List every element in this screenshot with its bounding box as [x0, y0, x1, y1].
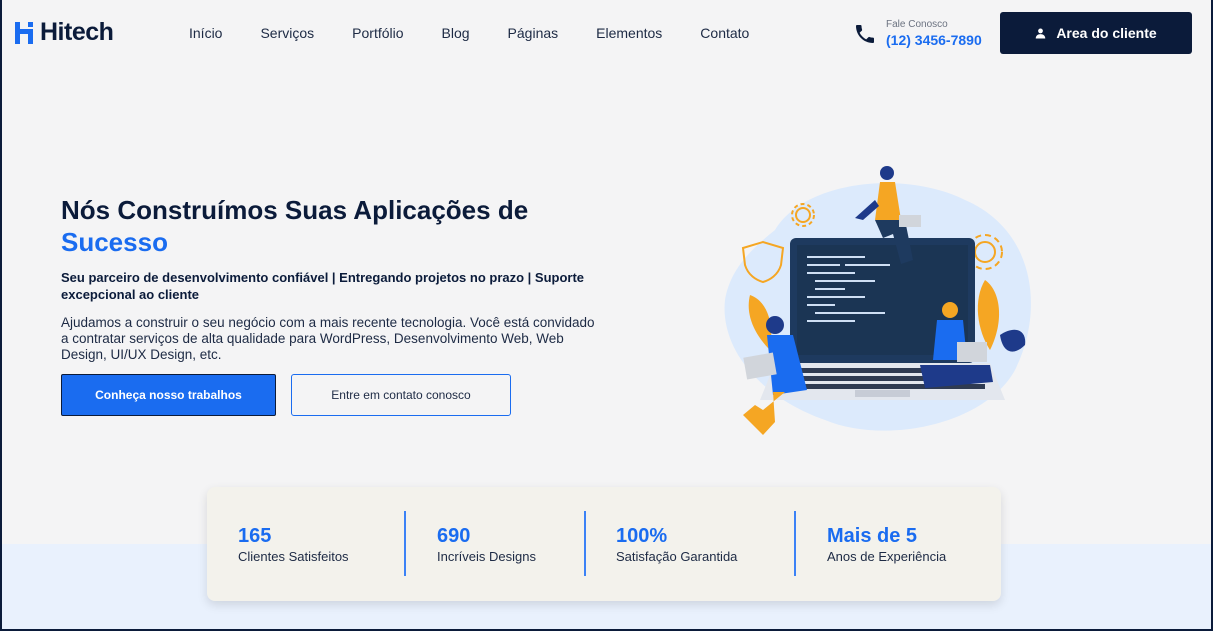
- phone-contact[interactable]: Fale Conosco (12) 3456-7890: [853, 20, 982, 47]
- stat-label: Anos de Experiência: [827, 549, 947, 564]
- brand-logo[interactable]: Hitech: [14, 18, 114, 47]
- site-header: Hitech Início Serviços Portfólio Blog Pá…: [0, 0, 1213, 66]
- nav-item-elementos[interactable]: Elementos: [596, 25, 662, 41]
- stat-label: Incríveis Designs: [437, 549, 536, 564]
- main-nav: Início Serviços Portfólio Blog Páginas E…: [189, 25, 787, 41]
- hero-description: Ajudamos a construir o seu negócio com a…: [61, 315, 595, 362]
- user-icon: [1036, 28, 1046, 39]
- nav-item-paginas[interactable]: Páginas: [508, 25, 559, 41]
- stats-card: 165 Clientes Satisfeitos 690 Incríveis D…: [207, 487, 1001, 601]
- stat-value: 100%: [616, 525, 668, 547]
- stat-designs: 690 Incríveis Designs: [437, 525, 536, 564]
- stat-label: Clientes Satisfeitos: [238, 549, 349, 564]
- stat-divider: [404, 511, 406, 576]
- nav-item-contato[interactable]: Contato: [700, 25, 749, 41]
- hero-title: Nós Construímos Suas Aplicações de Suces…: [61, 194, 621, 258]
- stat-label: Satisfação Garantida: [616, 549, 738, 564]
- stat-divider: [794, 511, 796, 576]
- phone-icon: [856, 24, 874, 43]
- brand-name: Hitech: [40, 18, 114, 46]
- portfolio-button[interactable]: Conheça nosso trabalhos: [61, 374, 276, 416]
- stat-experience: Mais de 5 Anos de Experiência: [827, 525, 946, 564]
- nav-item-inicio[interactable]: Início: [189, 25, 222, 41]
- hero-title-main: Nós Construímos Suas Aplicações de: [61, 195, 529, 225]
- stat-value: 690: [437, 525, 471, 547]
- nav-item-portfolio[interactable]: Portfólio: [352, 25, 403, 41]
- stat-value: 165: [238, 525, 272, 547]
- stat-satisfaction: 100% Satisfação Garantida: [616, 525, 737, 564]
- phone-label: Fale Conosco: [886, 19, 948, 30]
- nav-item-blog[interactable]: Blog: [442, 25, 470, 41]
- stat-value: Mais de 5: [827, 525, 918, 547]
- phone-number[interactable]: (12) 3456-7890: [886, 33, 982, 47]
- stat-clients: 165 Clientes Satisfeitos: [238, 525, 349, 564]
- hero-illustration: [724, 166, 1031, 435]
- contact-us-button[interactable]: Entre em contato conosco: [291, 374, 511, 416]
- client-area-label: Area do cliente: [1056, 25, 1157, 41]
- hero-subtitle: Seu parceiro de desenvolvimento confiáve…: [61, 270, 585, 302]
- logo-mark-icon: [15, 21, 33, 44]
- nav-item-servicos[interactable]: Serviços: [260, 25, 314, 41]
- hero-title-accent: Sucesso: [61, 227, 168, 257]
- stat-divider: [584, 511, 586, 576]
- client-area-button[interactable]: Area do cliente: [1000, 12, 1192, 54]
